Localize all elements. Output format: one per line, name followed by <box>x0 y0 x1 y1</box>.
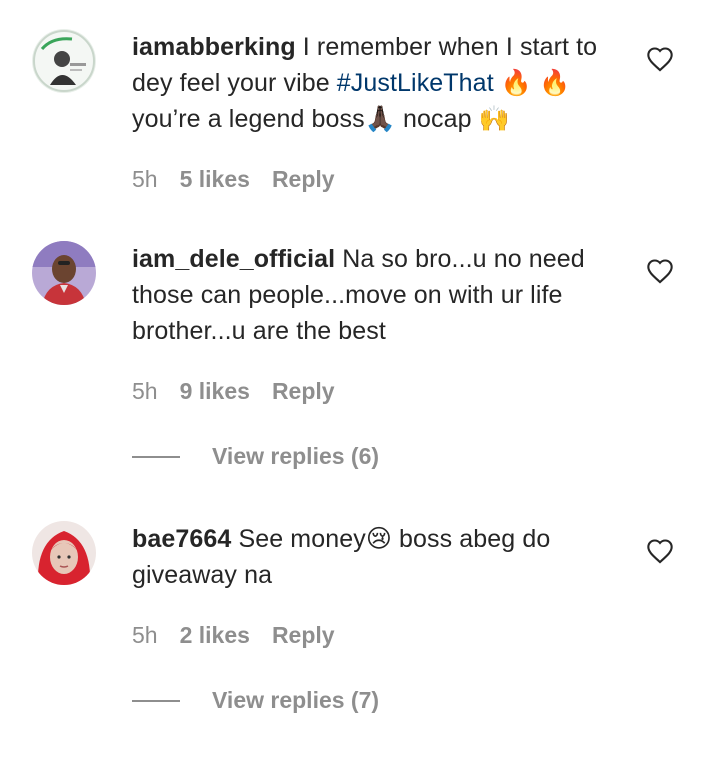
view-replies-label: View replies (6) <box>212 443 380 469</box>
view-replies-button[interactable]: View replies (6) <box>132 443 379 473</box>
comment-username[interactable]: iamabberking <box>132 33 296 61</box>
like-heart-icon[interactable] <box>646 538 674 564</box>
avatar[interactable] <box>32 241 96 305</box>
reply-button[interactable]: Reply <box>272 378 335 404</box>
comment-meta: 5h 2 likes Reply <box>132 620 335 650</box>
comment-timestamp: 5h <box>132 622 158 648</box>
comment-meta: 5h 9 likes Reply <box>132 376 335 406</box>
replies-divider-line <box>132 455 180 458</box>
like-heart-icon[interactable] <box>646 258 674 284</box>
likes-count[interactable]: 5 likes <box>180 166 250 192</box>
comment-username[interactable]: iam_dele_official <box>132 245 335 273</box>
comment-text: bae7664 See money😢 boss abeg do giveaway… <box>132 521 622 593</box>
reply-button[interactable]: Reply <box>272 166 335 192</box>
comment-text: iam_dele_official Na so bro...u no need … <box>132 241 622 349</box>
reply-button[interactable]: Reply <box>272 622 335 648</box>
comment-username[interactable]: bae7664 <box>132 525 231 553</box>
profile-photo-icon <box>32 241 96 305</box>
profile-photo-icon <box>32 29 96 93</box>
replies-divider-line <box>132 699 180 702</box>
comment-timestamp: 5h <box>132 166 158 192</box>
likes-count[interactable]: 2 likes <box>180 622 250 648</box>
profile-photo-icon <box>32 521 96 585</box>
view-replies-label: View replies (7) <box>212 687 380 713</box>
avatar[interactable] <box>32 29 96 93</box>
comment-timestamp: 5h <box>132 378 158 404</box>
comment-text: iamabberking I remember when I start to … <box>132 29 622 137</box>
avatar[interactable] <box>32 521 96 585</box>
view-replies-button[interactable]: View replies (7) <box>132 687 379 717</box>
comment-meta: 5h 5 likes Reply <box>132 164 335 194</box>
likes-count[interactable]: 9 likes <box>180 378 250 404</box>
like-heart-icon[interactable] <box>646 46 674 72</box>
hashtag-link[interactable]: #JustLikeThat <box>337 69 494 97</box>
